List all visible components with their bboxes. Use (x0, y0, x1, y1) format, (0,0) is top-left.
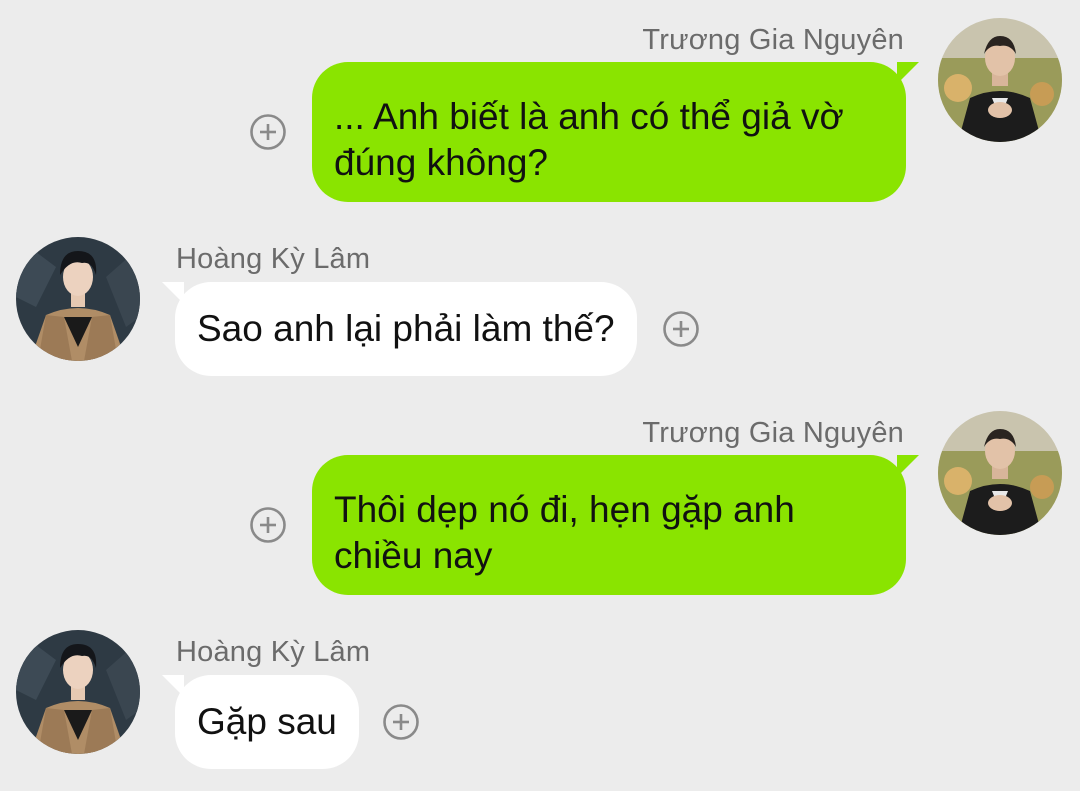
sender-name: Hoàng Kỳ Lâm (176, 243, 371, 275)
bubble-tail (162, 675, 184, 697)
plus-circle-icon (250, 114, 286, 150)
avatar[interactable] (16, 237, 140, 361)
message-bubble[interactable]: Thôi dẹp nó đi, hẹn gặp anh chiều nay (312, 455, 919, 595)
add-reaction-button[interactable] (249, 506, 287, 544)
plus-circle-icon (663, 311, 699, 347)
message-bubble[interactable]: Gặp sau (162, 675, 359, 769)
sender-name: Hoàng Kỳ Lâm (176, 636, 371, 668)
sender-name: Trương Gia Nguyên (642, 24, 904, 56)
add-reaction-button[interactable] (662, 310, 700, 348)
avatar-hoang-ky-lam-image (16, 630, 140, 754)
plus-circle-icon (383, 704, 419, 740)
bubble-tail (162, 282, 184, 304)
message-text: Thôi dẹp nó đi, hẹn gặp anh chiều nay (334, 489, 795, 576)
message-bubble[interactable]: ... Anh biết là anh có thể giả vờ đúng k… (312, 62, 919, 202)
sender-name: Trương Gia Nguyên (642, 417, 904, 449)
avatar-hoang-ky-lam-image (16, 237, 140, 361)
message-text: Gặp sau (197, 701, 337, 742)
message-text: ... Anh biết là anh có thể giả vờ đúng k… (334, 96, 844, 183)
bubble-tail (897, 455, 919, 477)
avatar-truong-gia-nguyen-image (938, 18, 1062, 142)
avatar[interactable] (16, 630, 140, 754)
add-reaction-button[interactable] (249, 113, 287, 151)
plus-circle-icon (250, 507, 286, 543)
message-bubble[interactable]: Sao anh lại phải làm thế? (162, 282, 637, 376)
avatar[interactable] (938, 411, 1062, 535)
bubble-tail (897, 62, 919, 84)
message-text: Sao anh lại phải làm thế? (197, 308, 615, 349)
avatar-truong-gia-nguyen-image (938, 411, 1062, 535)
chat-thread: Trương Gia Nguyên ... Anh biết là anh có… (0, 0, 1080, 791)
avatar[interactable] (938, 18, 1062, 142)
add-reaction-button[interactable] (382, 703, 420, 741)
